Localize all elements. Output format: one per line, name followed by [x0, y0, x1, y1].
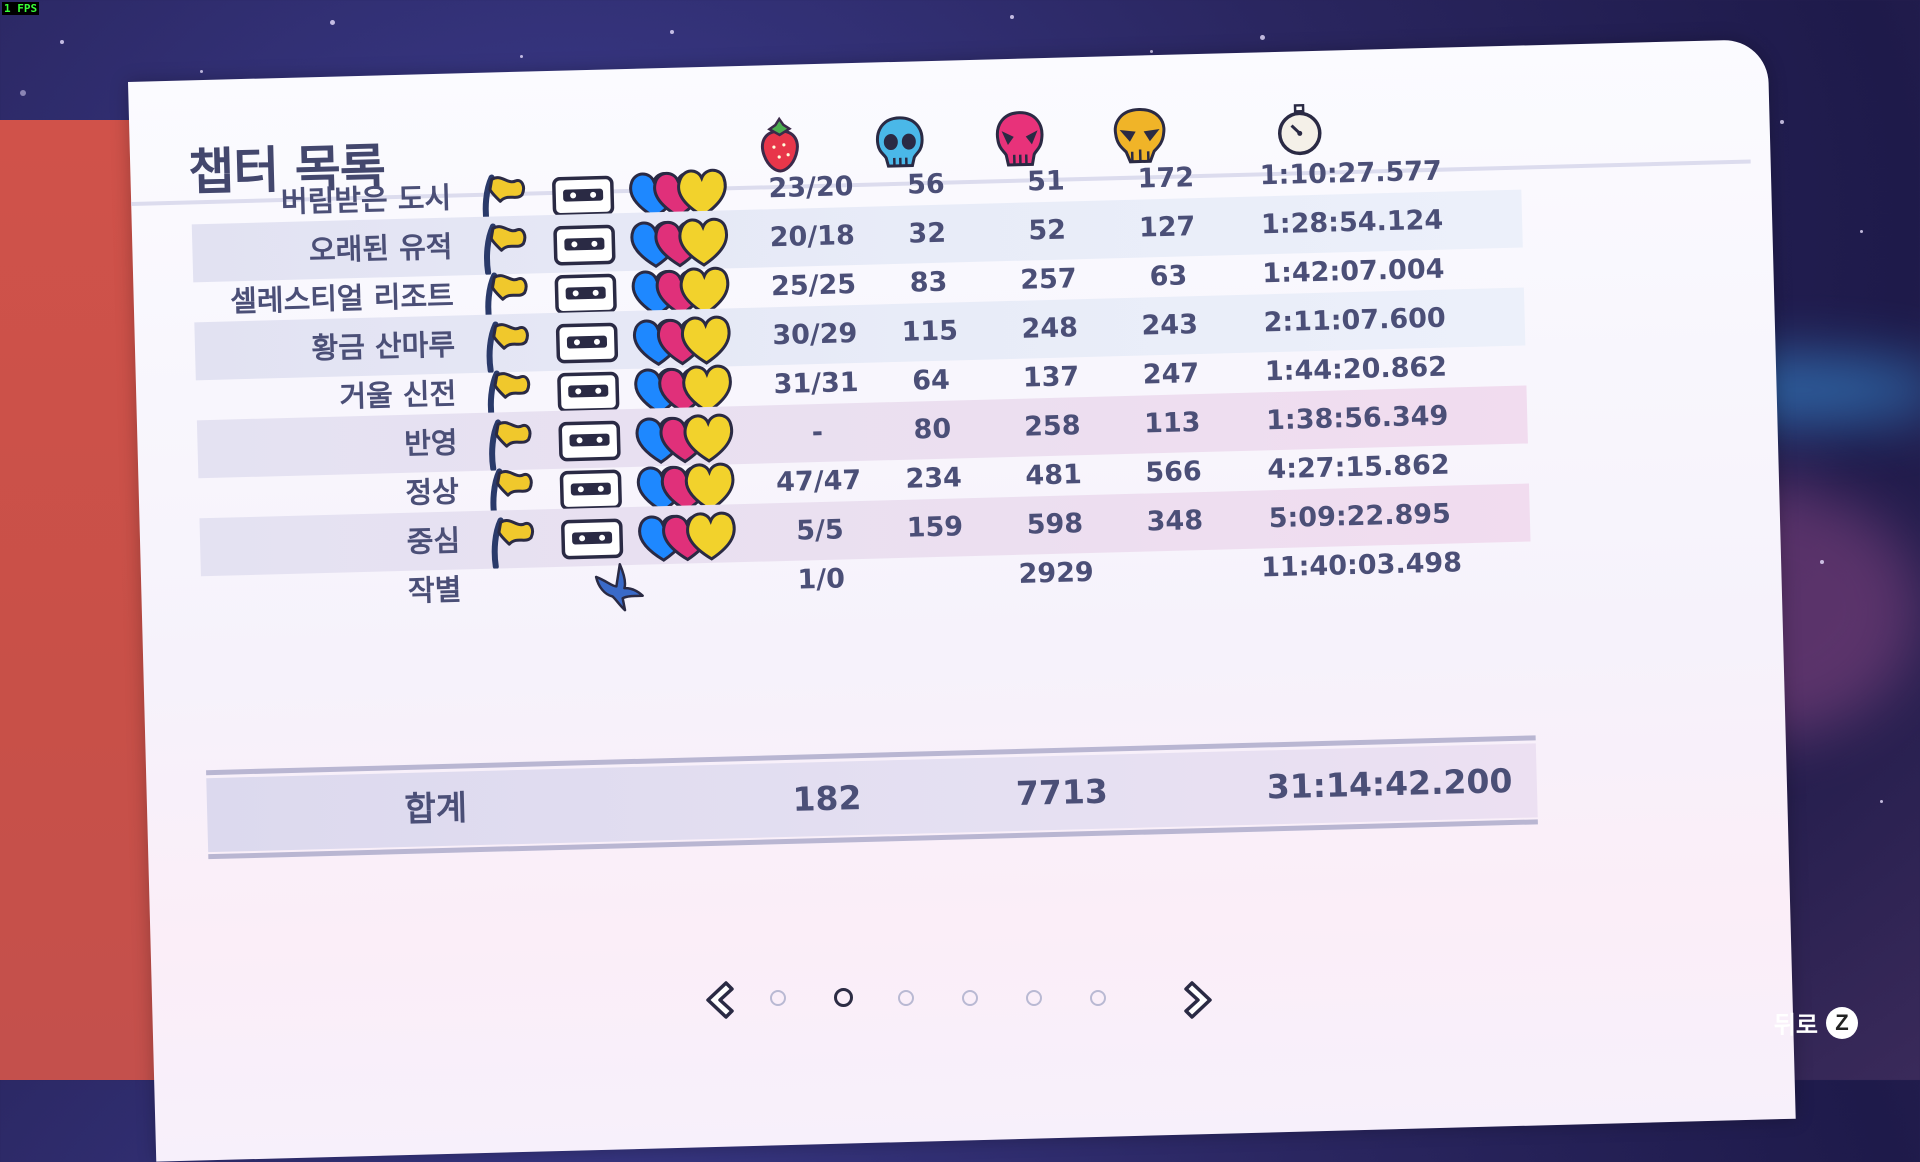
page-dot[interactable] [770, 990, 786, 1006]
total-deaths: 7713 [1015, 771, 1109, 813]
total-time: 31:14:42.200 [1266, 761, 1513, 807]
cassette-icon [552, 175, 615, 217]
chapter-deaths-a [875, 546, 996, 607]
page-dot[interactable] [898, 990, 914, 1006]
chapter-time: 11:40:03.498 [1260, 547, 1463, 584]
bird-icon [594, 563, 644, 612]
z-key-icon: Z [1826, 1006, 1858, 1039]
pagination [700, 975, 1220, 1025]
fps-counter: 1 FPS [2, 2, 40, 15]
page-dot[interactable] [962, 990, 978, 1006]
page-dot[interactable] [1090, 990, 1106, 1006]
page-dot[interactable] [1026, 990, 1042, 1006]
back-button[interactable]: 뒤로 Z [1774, 1005, 1858, 1040]
cassette-icon [561, 518, 624, 560]
cassette-icon [554, 273, 617, 315]
chapter-name: 작별 [407, 572, 462, 608]
page-dot[interactable] [834, 988, 853, 1007]
chapter-berries: 1/0 [797, 563, 846, 596]
back-label: 뒤로 [1773, 1011, 1818, 1039]
next-page-arrow-icon[interactable] [1178, 979, 1218, 1021]
prev-page-arrow-icon[interactable] [700, 979, 740, 1021]
cassette-icon [553, 224, 616, 266]
chapter-deaths-c [1115, 540, 1236, 601]
cassette-icon [555, 322, 619, 364]
chapter-deaths-b: 2929 [1018, 556, 1095, 590]
cassette-icon [557, 371, 620, 413]
total-berries: 182 [792, 778, 862, 819]
total-label: 합계 [404, 788, 468, 831]
cassette-icon [559, 469, 622, 511]
cassette-icon [558, 420, 621, 462]
